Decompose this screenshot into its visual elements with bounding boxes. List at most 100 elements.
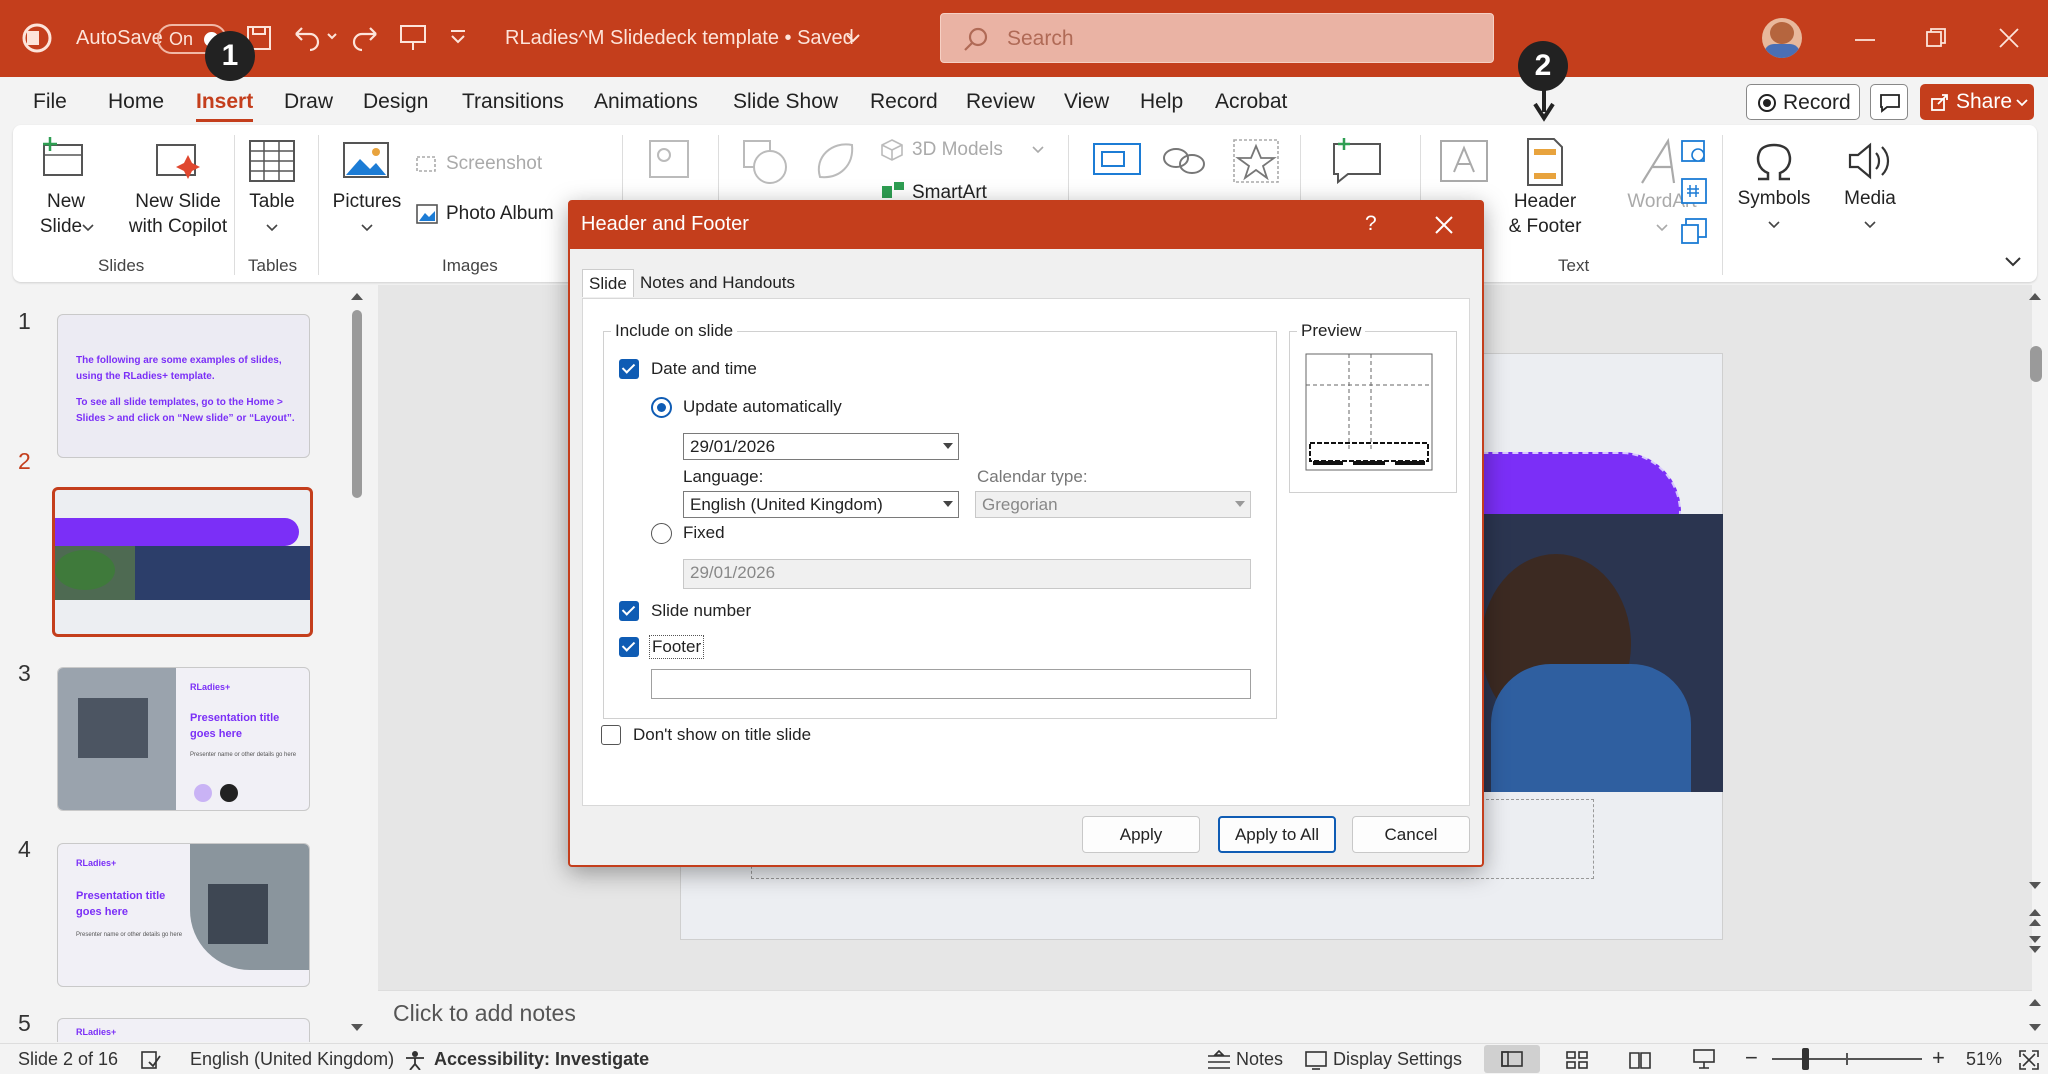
user-avatar[interactable] — [1762, 18, 1802, 58]
header-footer-button[interactable]: Header & Footer — [1494, 135, 1596, 245]
apply-to-all-button[interactable]: Apply to All — [1218, 816, 1336, 853]
close-window-icon[interactable] — [1997, 26, 2021, 50]
editor-scrollbar-thumb[interactable] — [2030, 346, 2042, 382]
footer-label[interactable]: Footer — [649, 635, 705, 659]
new-slide-button[interactable]: New Slide — [28, 135, 104, 245]
tab-animations[interactable]: Animations — [594, 90, 698, 114]
slide-thumbnail-1[interactable]: The following are some examples of slide… — [57, 314, 310, 458]
display-settings-icon[interactable] — [1304, 1050, 1330, 1070]
tab-design[interactable]: Design — [363, 90, 428, 114]
update-automatically-radio[interactable] — [651, 397, 672, 418]
tab-insert[interactable]: Insert — [196, 90, 254, 122]
tab-file[interactable]: File — [33, 90, 67, 114]
footer-text-input[interactable] — [651, 669, 1251, 699]
table-button[interactable]: Table — [242, 135, 302, 245]
dont-show-title-slide-checkbox[interactable] — [601, 725, 621, 745]
customize-toolbar-icon[interactable] — [448, 28, 468, 48]
date-time-label[interactable]: Date and time — [651, 359, 757, 379]
zoom-in-button[interactable]: + — [1932, 1045, 1945, 1071]
slide-number-label[interactable]: Slide number — [651, 601, 751, 621]
date-format-select[interactable]: 29/01/2026 — [683, 433, 959, 460]
scroll-down-icon[interactable] — [2028, 880, 2042, 892]
tab-home[interactable]: Home — [108, 90, 164, 114]
symbols-button[interactable]: Symbols — [1732, 135, 1816, 245]
scroll-down-icon[interactable] — [2028, 1022, 2042, 1034]
notes-icon[interactable] — [1206, 1050, 1232, 1070]
spelling-check-icon[interactable] — [140, 1050, 162, 1070]
tab-slide-show[interactable]: Slide Show — [733, 90, 838, 114]
date-time-checkbox[interactable] — [619, 359, 639, 379]
slide-thumbnail-4[interactable]: RLadies+ Presentation title goes here Pr… — [57, 843, 310, 987]
slide-thumbnail-5[interactable]: RLadies+ — [57, 1018, 310, 1042]
3d-models-icon[interactable] — [880, 138, 904, 162]
shapes-icon[interactable] — [740, 137, 790, 187]
search-input[interactable] — [1007, 24, 1467, 54]
3d-models-label[interactable]: 3D Models — [912, 137, 1003, 162]
tab-slide[interactable]: Slide — [582, 269, 634, 297]
thumbnail-scrollbar-thumb[interactable] — [352, 310, 362, 498]
slide-thumbnail-3[interactable]: RLadies+ Presentation title goes here Pr… — [57, 667, 310, 811]
apply-button[interactable]: Apply — [1082, 816, 1200, 853]
object-icon[interactable] — [1680, 217, 1708, 245]
slide-photo[interactable] — [1461, 514, 1723, 792]
accessibility-icon[interactable] — [404, 1050, 426, 1070]
footer-checkbox[interactable] — [619, 637, 639, 657]
slide-number-checkbox[interactable] — [619, 601, 639, 621]
fixed-radio[interactable] — [651, 523, 672, 544]
scroll-up-icon[interactable] — [2028, 290, 2042, 302]
reading-view-icon[interactable] — [1628, 1050, 1652, 1070]
tab-review[interactable]: Review — [966, 90, 1035, 114]
dont-show-title-slide-label[interactable]: Don't show on title slide — [633, 725, 811, 745]
search-box[interactable] — [940, 13, 1494, 63]
tab-view[interactable]: View — [1064, 90, 1109, 114]
language-select[interactable]: English (United Kingdom) — [683, 491, 959, 518]
slide-sorter-icon[interactable] — [1565, 1050, 1589, 1070]
cancel-button[interactable]: Cancel — [1352, 816, 1470, 853]
scroll-down-icon[interactable] — [350, 1022, 364, 1034]
chevron-down-icon[interactable] — [845, 30, 861, 46]
document-title[interactable]: RLadies^M Slidedeck template • Saved — [505, 27, 854, 50]
slide-number-icon[interactable] — [1680, 177, 1708, 205]
dialog-title-bar[interactable]: Header and Footer ? — [570, 202, 1482, 249]
tab-transitions[interactable]: Transitions — [462, 90, 564, 114]
close-icon[interactable] — [1434, 215, 1454, 235]
previous-slide-icon[interactable] — [2028, 906, 2042, 928]
cameo-icon[interactable] — [646, 137, 692, 183]
language-status[interactable]: English (United Kingdom) — [190, 1049, 394, 1070]
tab-notes-handouts[interactable]: Notes and Handouts — [634, 269, 801, 297]
share-button[interactable]: Share — [1920, 84, 2034, 120]
zoom-icon[interactable] — [1092, 140, 1142, 180]
text-box-icon[interactable] — [1438, 136, 1490, 186]
zoom-out-button[interactable]: − — [1745, 1045, 1758, 1071]
scroll-up-icon[interactable] — [350, 290, 364, 302]
date-time-icon[interactable] — [1680, 137, 1708, 165]
accessibility-status[interactable]: Accessibility: Investigate — [434, 1049, 649, 1070]
zoom-level[interactable]: 51% — [1966, 1049, 2002, 1070]
collapse-ribbon-icon[interactable] — [2004, 255, 2022, 269]
notes-pane[interactable]: Click to add notes — [378, 990, 2032, 1040]
photo-album-button[interactable]: Photo Album — [413, 200, 563, 228]
help-button[interactable]: ? — [1365, 212, 1377, 236]
slide-thumbnail-2[interactable] — [52, 487, 313, 637]
chevron-down-icon[interactable] — [1032, 145, 1044, 155]
restore-icon[interactable] — [1924, 26, 1948, 50]
notes-status-button[interactable]: Notes — [1236, 1049, 1283, 1070]
minimize-icon[interactable] — [1853, 30, 1877, 50]
tab-record[interactable]: Record — [870, 90, 938, 114]
display-settings-button[interactable]: Display Settings — [1333, 1049, 1462, 1070]
zoom-slider-thumb[interactable] — [1802, 1048, 1809, 1070]
new-comment-icon[interactable] — [1330, 136, 1384, 186]
redo-icon[interactable] — [352, 22, 382, 52]
update-automatically-label[interactable]: Update automatically — [683, 397, 842, 417]
undo-icon[interactable] — [290, 22, 340, 52]
fit-to-window-icon[interactable] — [2018, 1049, 2040, 1071]
record-button[interactable]: Record — [1746, 84, 1860, 120]
tab-acrobat[interactable]: Acrobat — [1215, 90, 1287, 114]
new-slide-copilot-button[interactable]: New Slide with Copilot — [112, 135, 244, 245]
normal-view-button[interactable] — [1484, 1045, 1540, 1073]
next-slide-icon[interactable] — [2028, 934, 2042, 956]
comments-button[interactable] — [1870, 84, 1908, 120]
slide-show-view-icon[interactable] — [1692, 1048, 1716, 1070]
tab-draw[interactable]: Draw — [284, 90, 333, 114]
screenshot-button[interactable]: Screenshot — [413, 150, 563, 178]
